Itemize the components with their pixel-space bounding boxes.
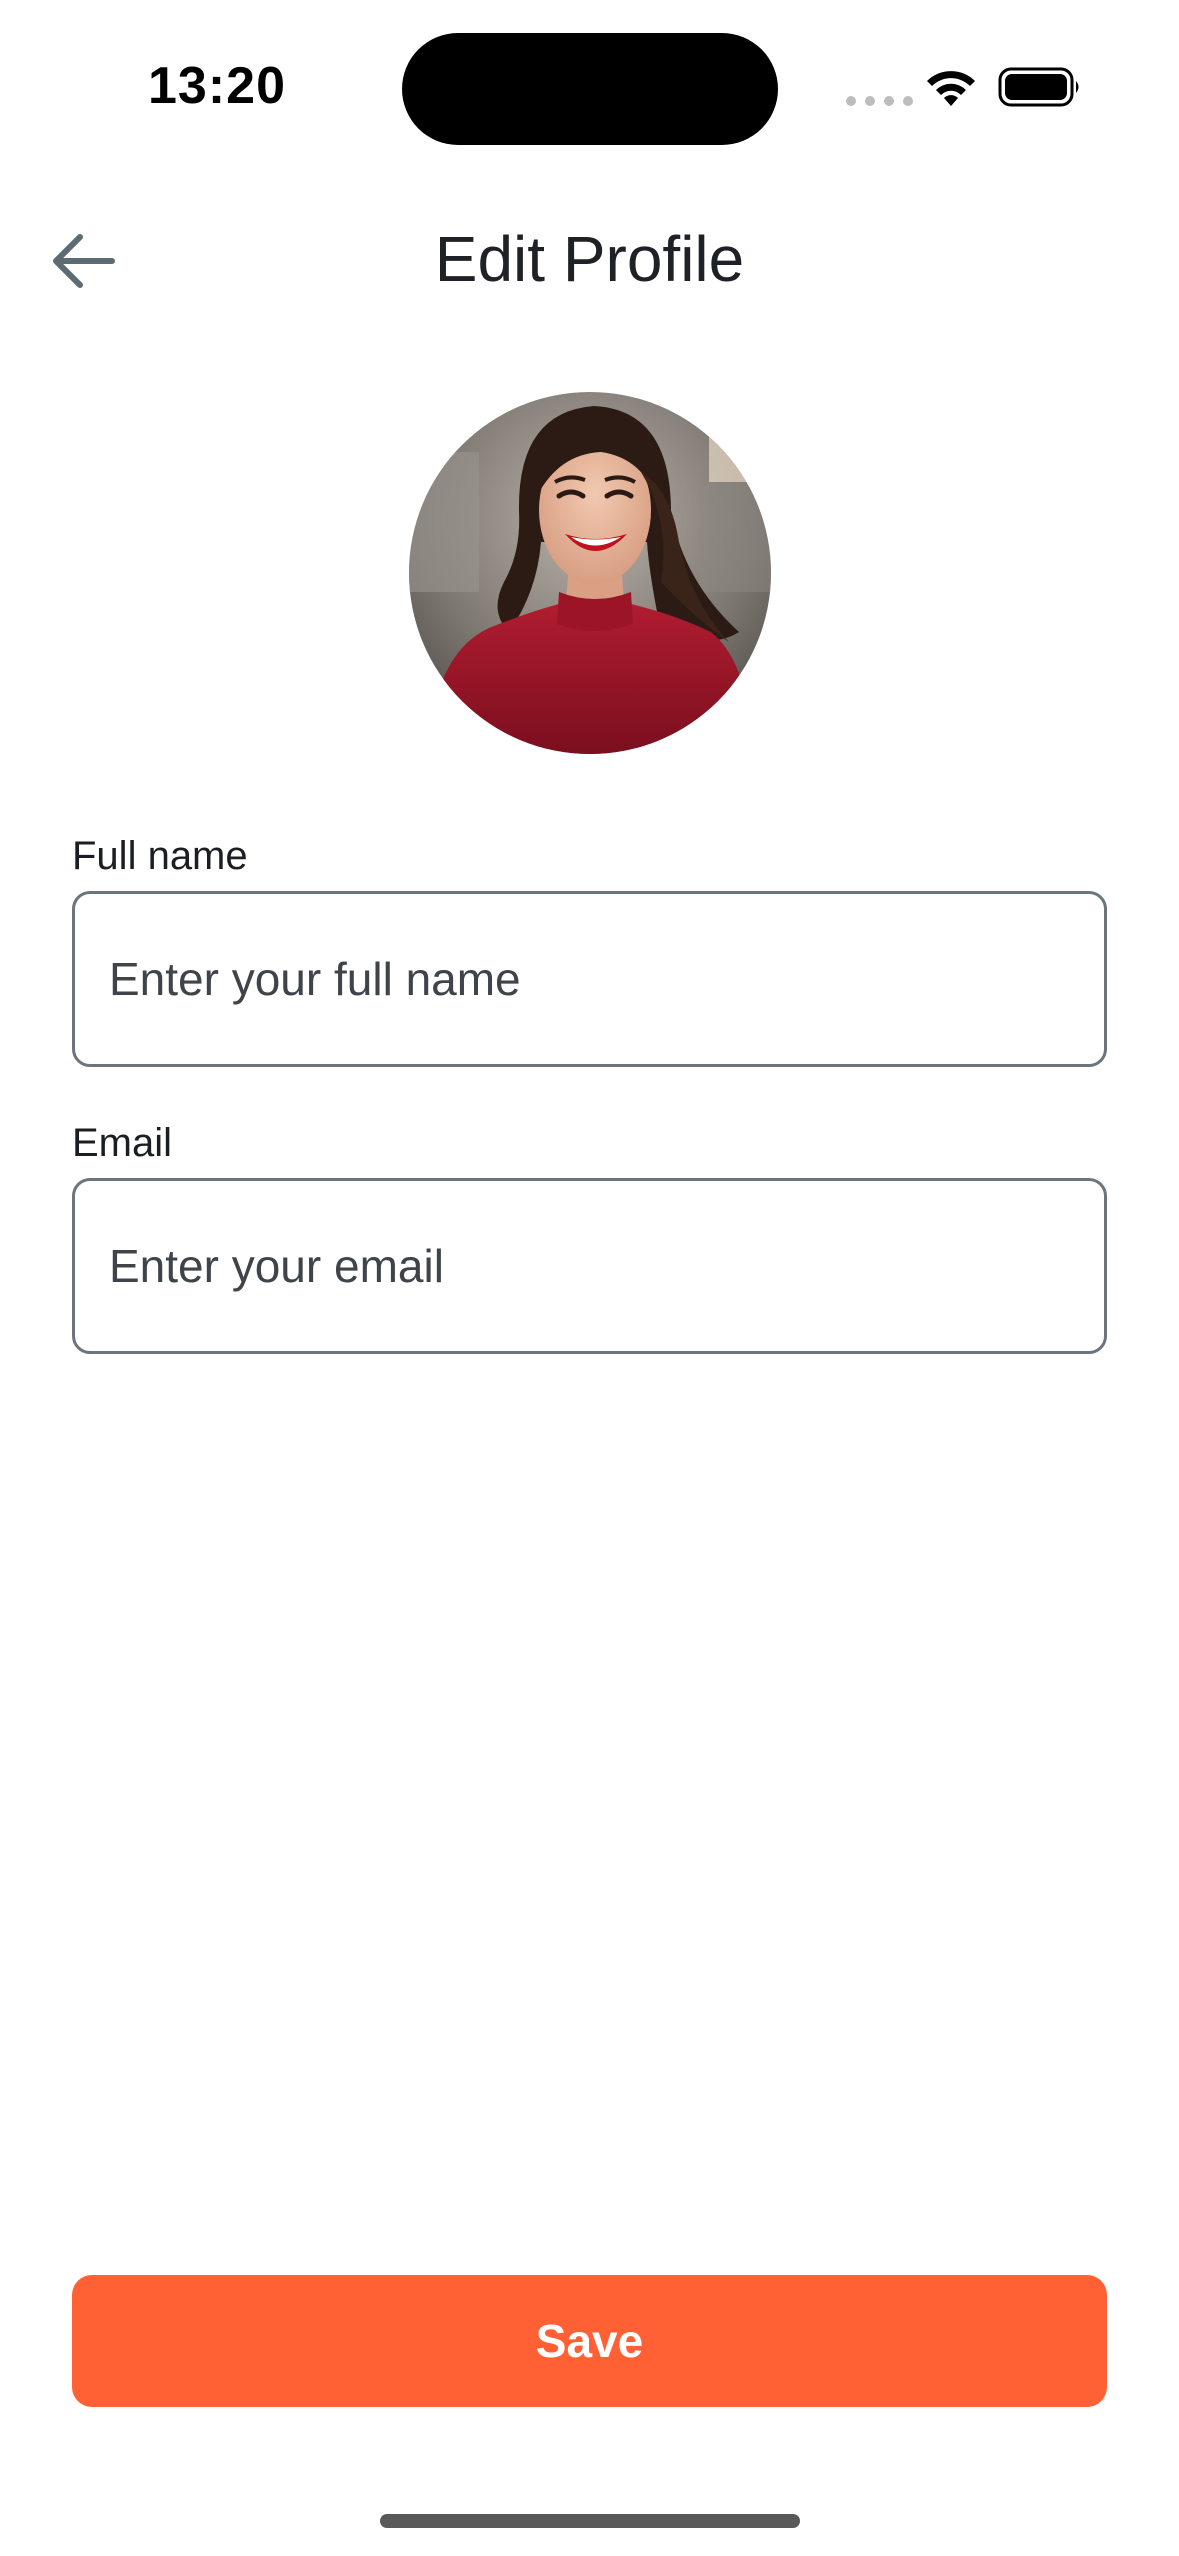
status-bar-time: 13:20: [148, 57, 286, 115]
wifi-icon: [927, 71, 975, 106]
home-indicator[interactable]: [380, 2514, 800, 2528]
email-input[interactable]: [72, 1178, 1107, 1354]
profile-photo-image: [409, 392, 771, 754]
email-label: Email: [72, 1121, 173, 1165]
profile-avatar[interactable]: [409, 392, 771, 754]
battery-full-icon: [998, 67, 1079, 107]
cellular-signal-icon: [846, 96, 913, 106]
page-title: Edit Profile: [434, 223, 745, 295]
full-name-input[interactable]: [72, 891, 1107, 1067]
dynamic-island: [402, 33, 778, 145]
edit-profile-screen: 13:20 Edit Profile Full name Enter your …: [0, 0, 1179, 2556]
full-name-label: Full name: [72, 834, 248, 878]
save-button[interactable]: Save: [72, 2275, 1107, 2407]
